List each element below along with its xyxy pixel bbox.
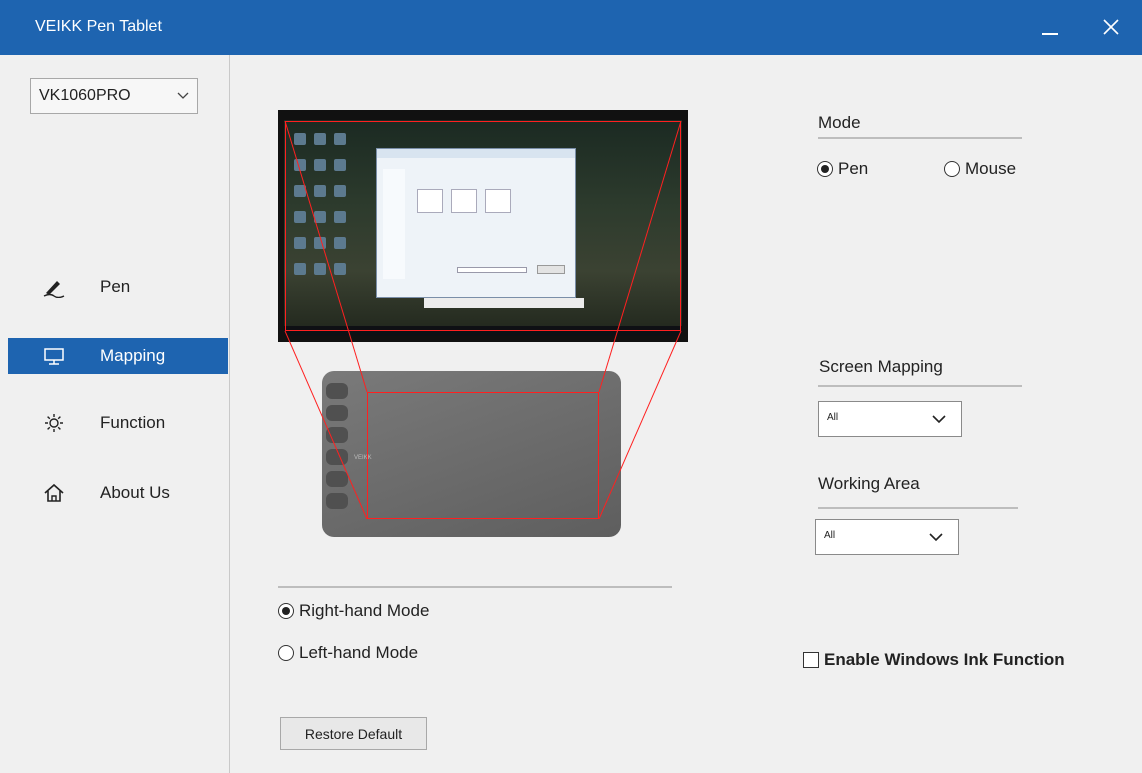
tablet-working-area bbox=[367, 392, 599, 519]
gear-icon bbox=[45, 414, 63, 432]
desktop-dialog-window bbox=[376, 148, 576, 298]
screen-mapping-label: Screen Mapping bbox=[819, 357, 943, 376]
sidebar-item-label: About Us bbox=[100, 483, 170, 502]
monitor-preview bbox=[278, 110, 688, 342]
restore-default-button[interactable]: Restore Default bbox=[280, 717, 427, 750]
screen-mapping-value: All bbox=[827, 412, 839, 423]
screen-mapping-divider bbox=[818, 385, 1022, 387]
working-area-divider bbox=[818, 507, 1018, 509]
close-button[interactable] bbox=[1097, 13, 1125, 41]
radio-label: Pen bbox=[838, 159, 869, 178]
working-area-select[interactable]: All bbox=[815, 519, 959, 555]
radio-label: Right-hand Mode bbox=[299, 601, 430, 620]
tablet-express-keys bbox=[326, 383, 352, 523]
chevron-down-icon bbox=[929, 533, 943, 542]
desktop-taskbar bbox=[284, 326, 682, 336]
checkbox-label: Enable Windows Ink Function bbox=[824, 650, 1065, 669]
window-title: VEIKK Pen Tablet bbox=[35, 18, 162, 35]
sidebar-item-label: Mapping bbox=[100, 346, 166, 365]
sidebar-item-pen[interactable]: Pen bbox=[8, 269, 228, 305]
radio-selected-icon bbox=[278, 603, 294, 619]
windows-ink-checkbox[interactable]: Enable Windows Ink Function bbox=[803, 650, 1065, 670]
sidebar-item-label: Function bbox=[100, 413, 166, 432]
desktop-icons bbox=[290, 126, 350, 316]
pen-icon bbox=[43, 281, 65, 298]
working-area-value: All bbox=[824, 530, 836, 541]
sidebar-item-about-us[interactable]: About Us bbox=[8, 475, 228, 511]
checkbox-unchecked-icon bbox=[803, 652, 819, 668]
hand-mode-divider bbox=[278, 586, 672, 588]
chevron-down-icon bbox=[177, 92, 189, 99]
mode-divider bbox=[818, 137, 1022, 139]
minimize-button[interactable] bbox=[1034, 12, 1064, 42]
sidebar: VK1060PRO Pen Mapping Function About Us bbox=[0, 55, 230, 773]
radio-unselected-icon bbox=[944, 161, 960, 177]
mode-pen-radio[interactable]: Pen bbox=[817, 159, 868, 179]
radio-label: Mouse bbox=[965, 159, 1017, 178]
chevron-down-icon bbox=[932, 415, 946, 424]
radio-label: Left-hand Mode bbox=[299, 643, 419, 662]
title-bar: VEIKK Pen Tablet bbox=[0, 0, 1142, 55]
left-hand-mode-radio[interactable]: Left-hand Mode bbox=[278, 643, 418, 663]
radio-selected-icon bbox=[817, 161, 833, 177]
device-select[interactable]: VK1060PRO bbox=[30, 78, 198, 114]
mode-mouse-radio[interactable]: Mouse bbox=[944, 159, 1016, 179]
close-icon bbox=[1103, 19, 1119, 35]
monitor-icon bbox=[44, 348, 64, 365]
right-hand-mode-radio[interactable]: Right-hand Mode bbox=[278, 601, 429, 621]
screen-mapping-select[interactable]: All bbox=[818, 401, 962, 437]
working-area-label: Working Area bbox=[818, 474, 920, 493]
sidebar-item-function[interactable]: Function bbox=[8, 405, 228, 441]
sidebar-item-mapping[interactable]: Mapping bbox=[8, 338, 228, 374]
home-icon bbox=[44, 483, 64, 502]
tablet-illustration: VEIKK bbox=[322, 371, 621, 537]
sidebar-item-label: Pen bbox=[100, 277, 131, 296]
desktop-screenshot bbox=[284, 120, 682, 336]
radio-unselected-icon bbox=[278, 645, 294, 661]
device-select-value: VK1060PRO bbox=[39, 87, 131, 104]
mode-label: Mode bbox=[818, 113, 861, 132]
desktop-toolbar bbox=[424, 298, 584, 308]
